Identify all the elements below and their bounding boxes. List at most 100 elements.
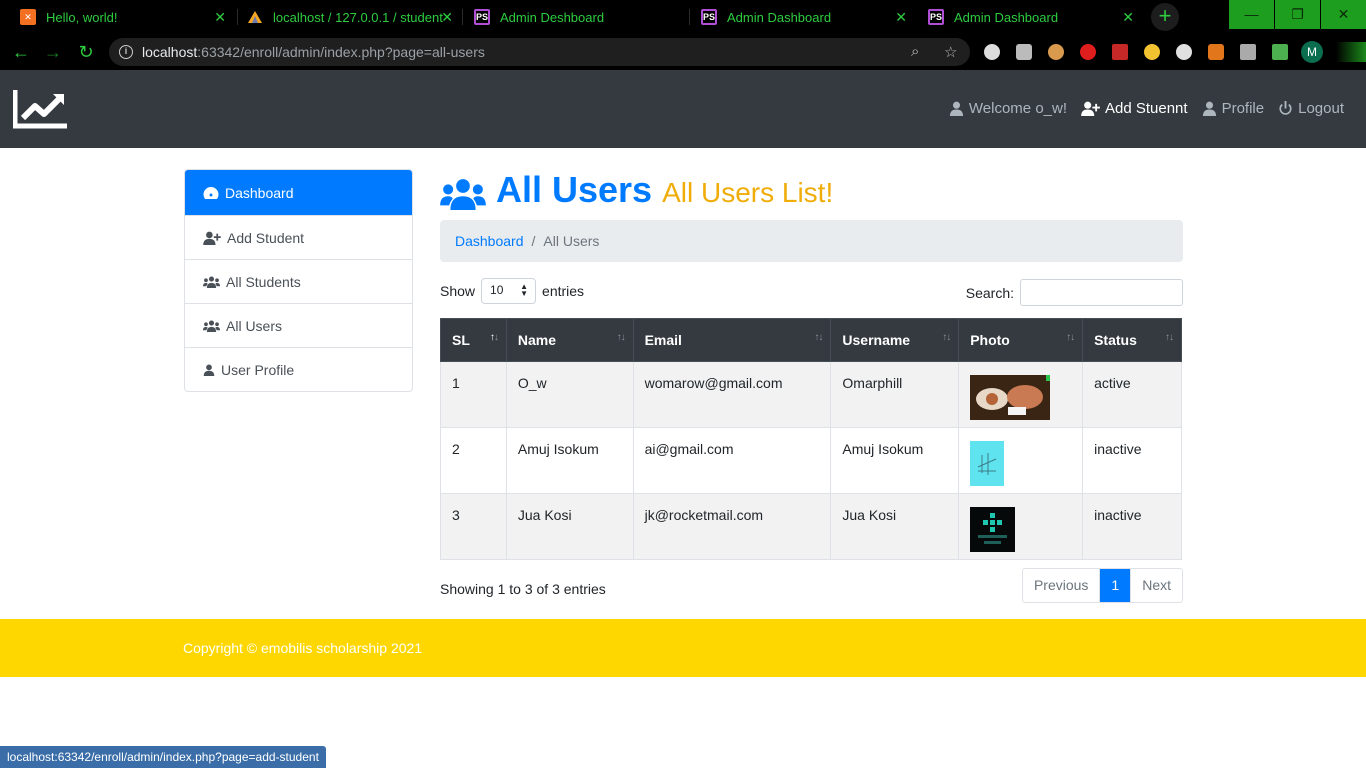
zoom-icon[interactable]: ⌕ (911, 43, 919, 60)
sidebar-item-user-profile[interactable]: User Profile (185, 347, 412, 391)
sort-icon: ↑↓ (489, 332, 499, 343)
sidebar-item-all-users[interactable]: All Users (185, 303, 412, 347)
tab-separator (689, 9, 690, 25)
url-text: localhost:63342/enroll/admin/index.php?p… (142, 44, 485, 60)
address-bar[interactable]: i localhost:63342/enroll/admin/index.php… (109, 38, 970, 66)
minimize-button[interactable]: — (1229, 0, 1274, 29)
bookmark-star-icon[interactable]: ☆ (944, 43, 957, 61)
camera-extension-icon[interactable] (1016, 44, 1032, 60)
back-icon[interactable]: ← (10, 41, 32, 63)
column-header-sl[interactable]: SL ↑↓ (440, 318, 507, 362)
profile-avatar[interactable]: M (1301, 41, 1323, 63)
chart-line-logo-icon[interactable] (13, 88, 69, 130)
table-row: 2 Amuj Isokum ai@gmail.com Amuj Isokum i… (440, 427, 1182, 494)
site-info-icon[interactable]: i (119, 45, 133, 59)
table-info-text: Showing 1 to 3 of 3 entries (440, 581, 606, 597)
breadcrumb-current: All Users (543, 233, 600, 249)
power-off-icon (1279, 101, 1292, 115)
user-photo (970, 507, 1016, 552)
add-student-link[interactable]: Add Stuennt (1081, 100, 1188, 117)
breadcrumb: Dashboard / All Users (440, 220, 1183, 262)
tab-separator (462, 9, 463, 25)
sort-icon: ↑↓ (814, 332, 823, 343)
cell-name: O_w (505, 361, 634, 428)
close-tab-icon[interactable]: ✕ (441, 9, 453, 26)
browser-tab[interactable]: localhost / 127.0.0.1 / student ✕ (247, 0, 465, 34)
cell-username: Amuj Isokum (830, 427, 960, 494)
logout-link[interactable]: Logout (1278, 100, 1344, 117)
entries-select[interactable]: 10 ▲ ▼ (481, 278, 537, 304)
column-header-email[interactable]: Email ↑↓ (632, 318, 832, 362)
browser-tab[interactable]: PS Admin Deshboard (474, 0, 692, 34)
column-header-username[interactable]: Username ↑↓ (830, 318, 960, 362)
tab-title: Admin Dashboard (954, 9, 1059, 25)
users-table: SL ↑↓ Name ↑↓ Email ↑↓ Username ↑↓ Photo ↑↓ S… (440, 318, 1182, 560)
phpmyadmin-icon (247, 9, 263, 25)
bookmark-extension-icon[interactable] (1112, 44, 1128, 60)
cell-status: inactive (1082, 427, 1182, 494)
reload-icon[interactable]: ↻ (75, 41, 97, 63)
page-subtitle: All Users List! (662, 177, 834, 208)
tab-title: Hello, world! (46, 9, 118, 25)
tab-title: Admin Dashboard (727, 9, 832, 25)
breadcrumb-separator: / (531, 233, 536, 249)
sidebar-item-dashboard[interactable]: Dashboard (185, 170, 412, 215)
browser-tab-active[interactable]: PS Admin Dashboard ✕ (928, 0, 1146, 34)
sidebar-item-add-student[interactable]: Add Student (185, 215, 412, 259)
users-icon (203, 319, 220, 332)
page-header: All Users All Users List! (440, 169, 1183, 219)
sort-icon: ↑↓ (616, 332, 626, 343)
browser-tab[interactable]: ✕ Hello, world! ✕ (20, 0, 238, 34)
extension-icon[interactable] (1176, 44, 1192, 60)
browser-toolbar: ← → ↻ i localhost:63342/enroll/admin/ind… (0, 34, 1366, 70)
extension-icon[interactable] (1240, 44, 1256, 60)
copyright-text: Copyright © emobilis scholarship 2021 (183, 640, 423, 656)
search-input[interactable] (1020, 279, 1183, 306)
user-photo (970, 441, 1005, 486)
phpstorm-icon: PS (928, 9, 944, 25)
close-tab-icon[interactable]: ✕ (214, 9, 226, 26)
site-footer: Copyright © emobilis scholarship 2021 (0, 619, 1366, 677)
tab-title: Admin Deshboard (500, 9, 605, 25)
users-icon (203, 275, 220, 288)
metamask-extension-icon[interactable] (1208, 44, 1224, 60)
previous-page-button[interactable]: Previous (1023, 569, 1099, 602)
column-header-status[interactable]: Status ↑↓ (1082, 318, 1182, 362)
extension-icon[interactable] (984, 44, 1000, 60)
table-row: 3 Jua Kosi jk@rocketmail.com Jua Kosi in… (440, 493, 1182, 560)
user-icon (1202, 101, 1216, 116)
restore-button[interactable]: ❐ (1275, 0, 1320, 29)
profile-link[interactable]: Profile (1202, 100, 1264, 117)
cell-sl: 3 (440, 493, 507, 560)
pagination: Previous 1 Next (1021, 568, 1183, 603)
cookie-extension-icon[interactable] (1048, 44, 1064, 60)
extensions-puzzle-icon[interactable] (1272, 44, 1288, 60)
new-tab-button[interactable]: + (1151, 3, 1179, 31)
page-1-button[interactable]: 1 (1099, 569, 1131, 602)
cell-sl: 2 (440, 427, 507, 494)
column-header-name[interactable]: Name ↑↓ (505, 318, 634, 362)
close-tab-icon[interactable]: ✕ (895, 9, 907, 26)
forward-icon[interactable]: → (42, 41, 64, 63)
browser-menu-icon[interactable] (1336, 42, 1366, 62)
cell-sl: 1 (440, 361, 507, 428)
next-page-button[interactable]: Next (1130, 569, 1182, 602)
user-plus-icon (1081, 101, 1100, 116)
sort-icon: ↑↓ (1165, 332, 1174, 343)
cell-photo (958, 493, 1084, 560)
cell-photo (958, 361, 1084, 428)
browser-tab[interactable]: PS Admin Dashboard ✕ (701, 0, 919, 34)
page-title: All Users (496, 169, 653, 210)
browser-status-url: localhost:63342/enroll/admin/index.php?p… (0, 746, 326, 768)
adblock-extension-icon[interactable] (1080, 44, 1096, 60)
welcome-link[interactable]: Welcome o_w! (949, 100, 1067, 117)
close-tab-icon[interactable]: ✕ (1122, 9, 1134, 26)
close-window-button[interactable]: ✕ (1321, 0, 1366, 29)
column-header-photo[interactable]: Photo ↑↓ (958, 318, 1084, 362)
breadcrumb-dashboard-link[interactable]: Dashboard (455, 233, 524, 249)
dark-mode-extension-icon[interactable] (1144, 44, 1160, 60)
sidebar-item-all-students[interactable]: All Students (185, 259, 412, 303)
cell-email: jk@rocketmail.com (632, 493, 832, 560)
cell-email: ai@gmail.com (632, 427, 832, 494)
user-icon (203, 364, 215, 376)
